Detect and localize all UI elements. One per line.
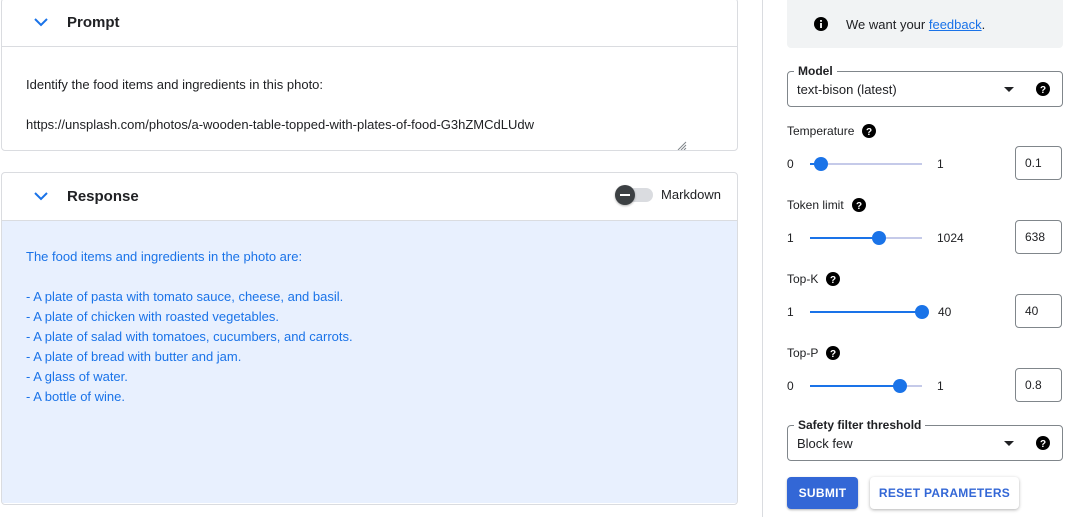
- slider-fill: [810, 385, 900, 387]
- resize-handle-icon[interactable]: [677, 138, 687, 150]
- svg-text:?: ?: [1040, 439, 1046, 450]
- top-p-slider-row: 0 1: [787, 368, 1063, 402]
- top-p-input[interactable]: [1015, 368, 1062, 402]
- slider-thumb[interactable]: [893, 379, 907, 393]
- toggle-knob[interactable]: [615, 184, 636, 205]
- temperature-input[interactable]: [1015, 146, 1062, 180]
- prompt-header[interactable]: Prompt: [2, 0, 737, 47]
- safety-filter-label: Safety filter threshold: [794, 418, 926, 432]
- response-body: The food items and ingredients in the ph…: [2, 221, 737, 503]
- markdown-label: Markdown: [661, 187, 721, 202]
- help-circle-icon[interactable]: ?: [862, 124, 877, 138]
- list-item: - A plate of pasta with tomato sauce, ch…: [26, 289, 344, 304]
- slider-fill: [810, 237, 879, 239]
- slider-fill: [810, 311, 922, 313]
- svg-text:?: ?: [830, 275, 836, 286]
- list-item: - A glass of water.: [26, 369, 128, 384]
- slider-max: 1: [937, 157, 944, 171]
- feedback-banner: We want your feedback.: [787, 0, 1063, 48]
- info-icon: [814, 17, 828, 31]
- slider-max: 40: [938, 305, 952, 319]
- slider-min: 0: [787, 379, 794, 393]
- temperature-slider-row: 0 1: [787, 146, 1063, 180]
- token-limit-label-text: Token limit: [787, 198, 844, 212]
- model-select[interactable]: Model text-bison (latest) ?: [787, 64, 1063, 107]
- slider-min: 0: [787, 157, 794, 171]
- safety-filter-select[interactable]: Safety filter threshold Block few ?: [787, 418, 1063, 461]
- temperature-label-text: Temperature: [787, 124, 855, 138]
- feedback-suffix: .: [981, 16, 986, 32]
- help-circle-icon[interactable]: ?: [1036, 436, 1050, 450]
- column-divider: [762, 0, 763, 517]
- caret-down-icon[interactable]: [1004, 87, 1014, 92]
- response-panel: Response Markdown The food items and ing…: [1, 172, 738, 505]
- svg-text:?: ?: [866, 127, 872, 138]
- top-k-label: Top-K ?: [787, 272, 841, 286]
- help-circle-icon[interactable]: ?: [1036, 82, 1050, 96]
- top-k-slider-row: 1 40: [787, 294, 1063, 328]
- help-circle-icon[interactable]: ?: [826, 346, 841, 360]
- prompt-line: https://unsplash.com/photos/a-wooden-tab…: [26, 117, 534, 132]
- reset-parameters-button[interactable]: RESET PARAMETERS: [870, 477, 1019, 509]
- response-header[interactable]: Response Markdown: [2, 173, 737, 221]
- temperature-slider[interactable]: [810, 157, 922, 171]
- top-p-label-text: Top-P: [787, 346, 819, 360]
- slider-thumb[interactable]: [915, 305, 929, 319]
- top-k-label-text: Top-K: [787, 272, 819, 286]
- token-limit-input[interactable]: [1015, 220, 1062, 254]
- safety-filter-value: Block few: [797, 436, 853, 451]
- svg-text:?: ?: [1040, 85, 1046, 96]
- slider-thumb[interactable]: [872, 231, 886, 245]
- chevron-down-icon[interactable]: [29, 185, 53, 209]
- response-intro: The food items and ingredients in the ph…: [26, 249, 303, 264]
- prompt-line: Identify the food items and ingredients …: [26, 77, 324, 92]
- temperature-label: Temperature ?: [787, 124, 877, 138]
- slider-min: 1: [787, 305, 794, 319]
- help-circle-icon[interactable]: ?: [826, 272, 841, 286]
- list-item: - A bottle of wine.: [26, 389, 126, 404]
- prompt-title: Prompt: [67, 14, 120, 31]
- chevron-down-icon[interactable]: [29, 11, 53, 35]
- prompt-textarea[interactable]: Identify the food items and ingredients …: [2, 47, 737, 135]
- model-value: text-bison (latest): [797, 82, 897, 97]
- slider-min: 1: [787, 231, 794, 245]
- feedback-prefix: We want your: [846, 16, 929, 32]
- toggle-track[interactable]: [615, 184, 654, 205]
- top-k-input[interactable]: [1015, 294, 1062, 328]
- svg-text:?: ?: [856, 201, 862, 212]
- top-k-slider[interactable]: [810, 305, 929, 319]
- token-limit-slider-row: 1 1024: [787, 220, 1063, 254]
- feedback-link[interactable]: feedback: [929, 17, 982, 32]
- top-p-label: Top-P ?: [787, 346, 841, 360]
- markdown-toggle[interactable]: Markdown: [615, 184, 721, 205]
- svg-text:?: ?: [830, 349, 836, 360]
- slider-thumb[interactable]: [814, 157, 828, 171]
- help-circle-icon[interactable]: ?: [851, 198, 866, 212]
- prompt-panel: Prompt Identify the food items and ingre…: [1, 0, 738, 151]
- list-item: - A plate of chicken with roasted vegeta…: [26, 309, 279, 324]
- slider-max: 1: [937, 379, 944, 393]
- token-limit-slider[interactable]: [810, 231, 922, 245]
- top-p-slider[interactable]: [810, 379, 922, 393]
- submit-button[interactable]: SUBMIT: [787, 477, 858, 509]
- list-item: - A plate of bread with butter and jam.: [26, 349, 242, 364]
- caret-down-icon[interactable]: [1004, 441, 1014, 446]
- token-limit-label: Token limit ?: [787, 198, 866, 212]
- feedback-text: We want your feedback.: [846, 17, 985, 32]
- slider-max: 1024: [937, 231, 964, 245]
- response-title: Response: [67, 188, 139, 205]
- model-label: Model: [794, 64, 837, 78]
- list-item: - A plate of salad with tomatoes, cucumb…: [26, 329, 353, 344]
